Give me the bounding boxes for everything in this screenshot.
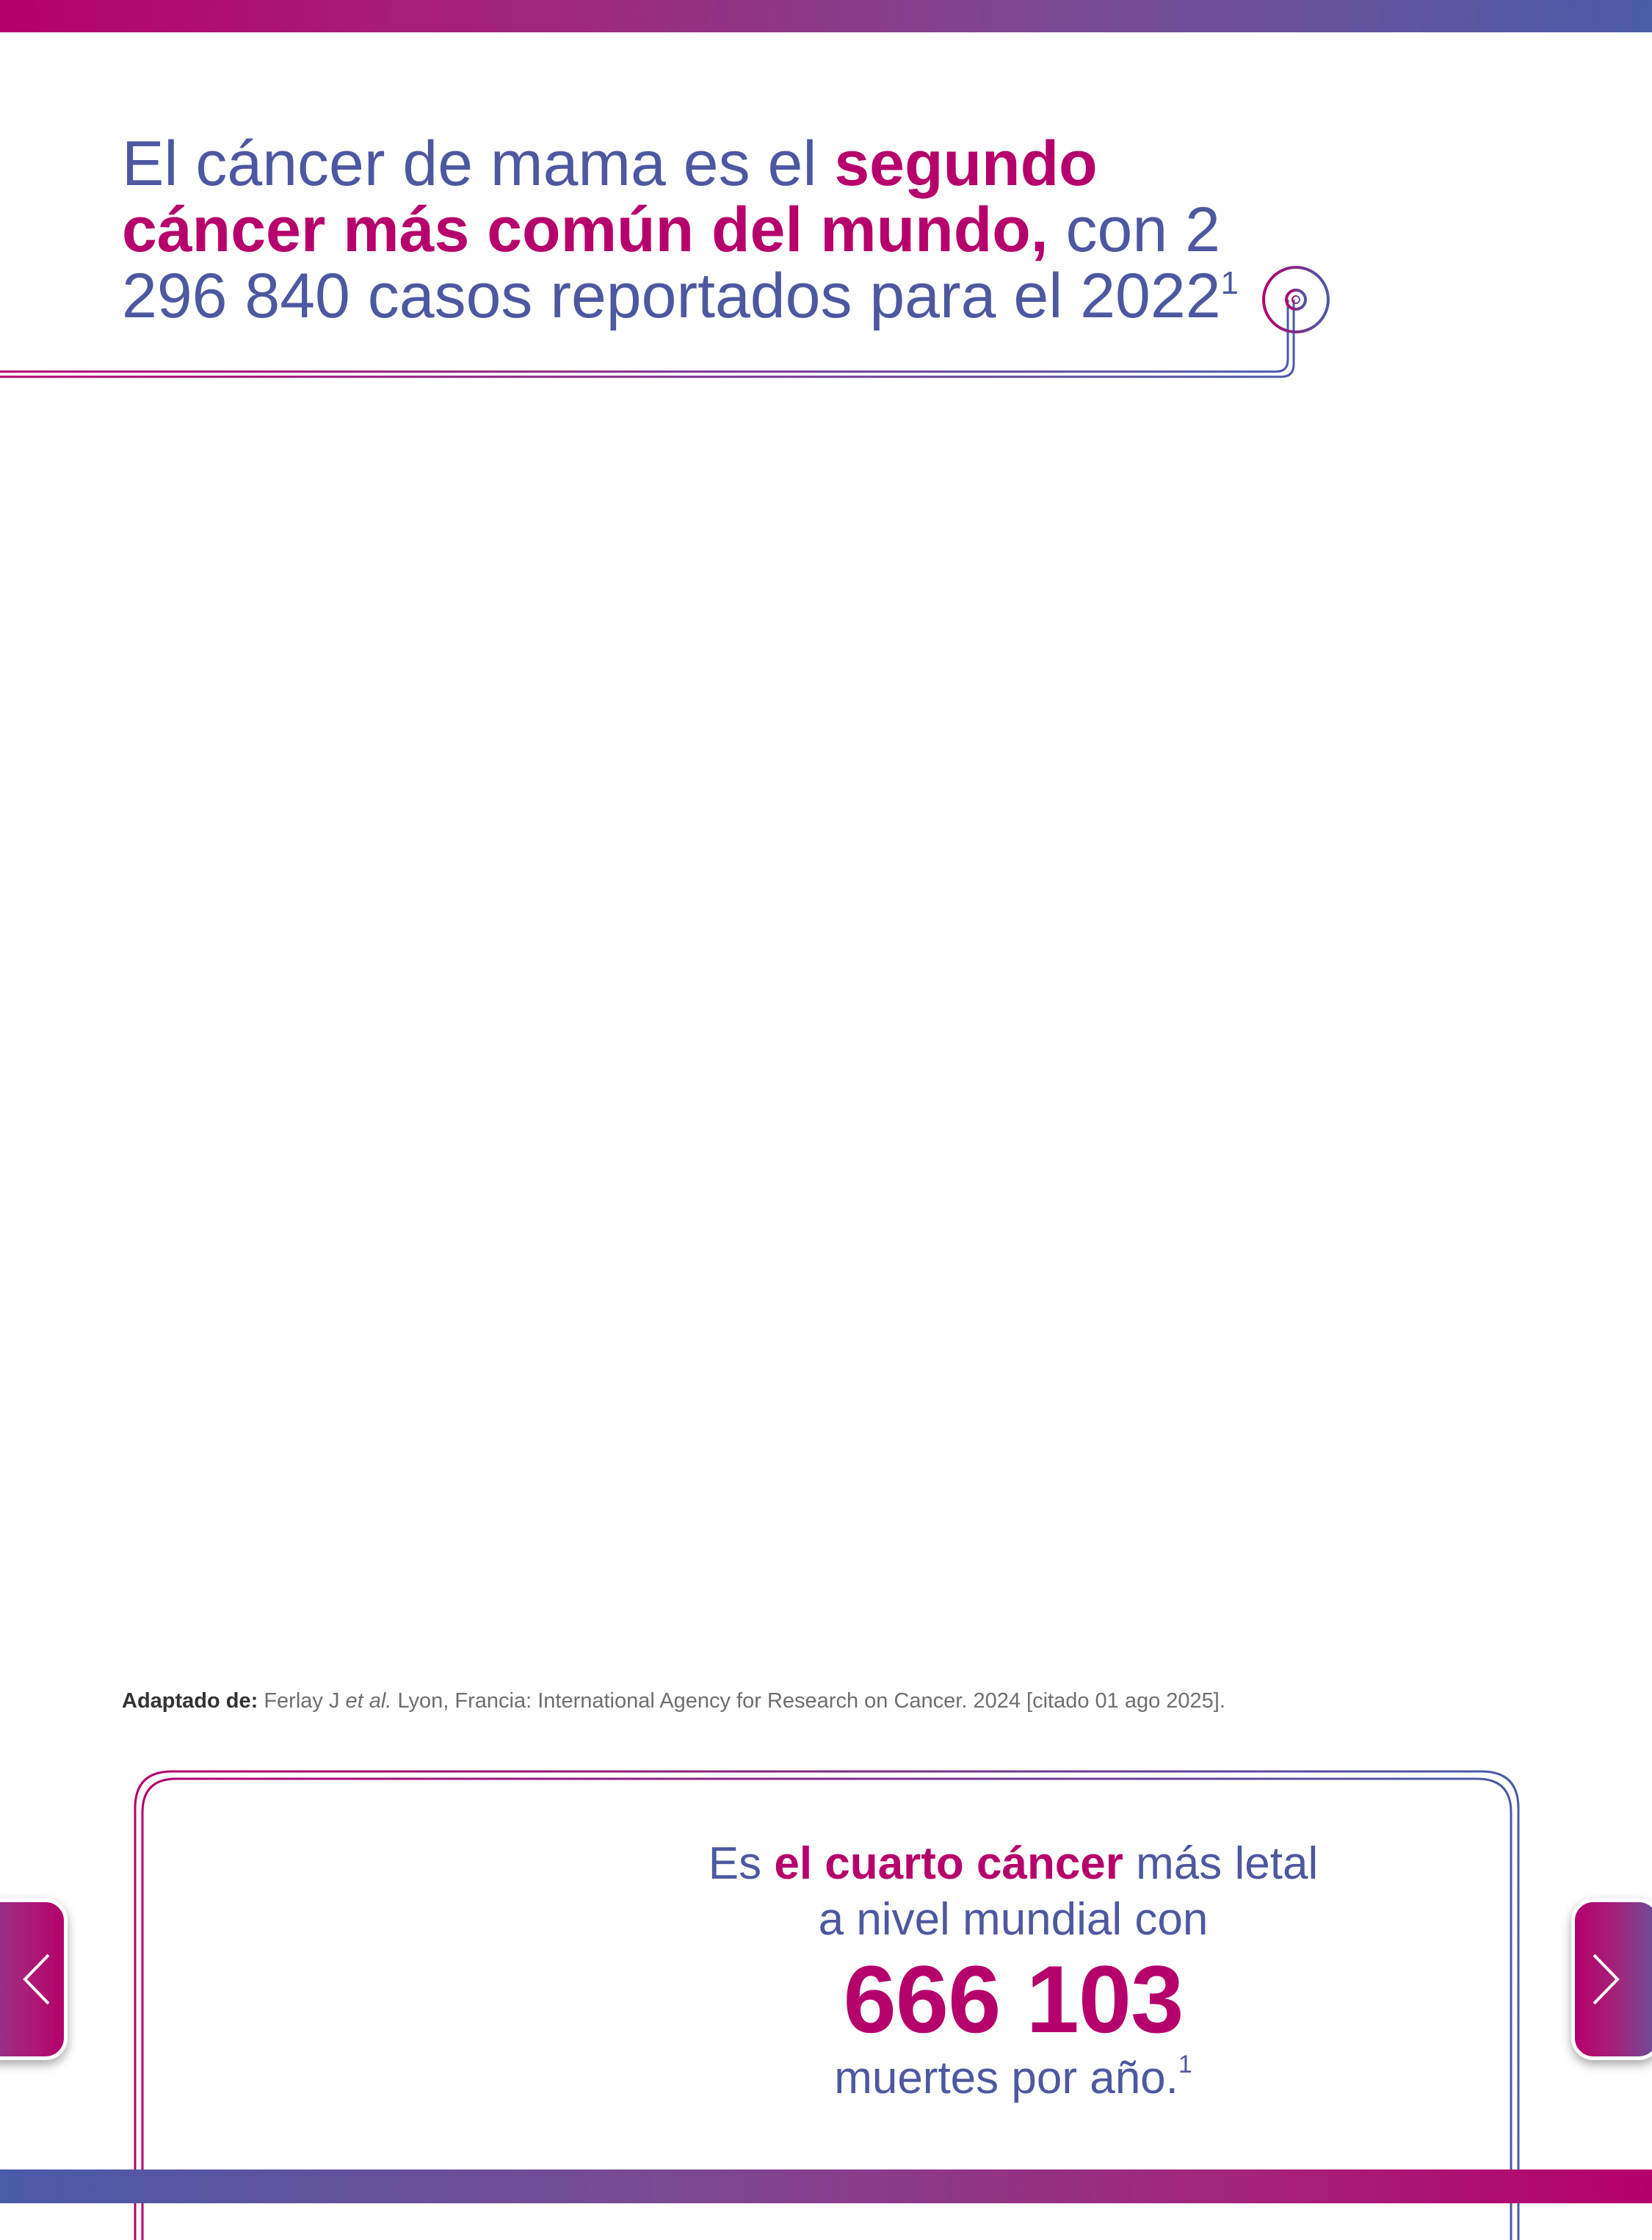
mortality-stat: Es el cuarto cáncer más letal a nivel mu… [646,1836,1380,2106]
bottom-gradient-bar [0,2169,1652,2203]
reference-label: Adaptado de: [122,1689,258,1713]
stat-line-2: a nivel mundial con [818,1894,1209,1945]
stat-highlight: el cuarto cáncer [774,1838,1123,1889]
stat-number: 666 103 [843,1945,1184,2053]
stat-line-1: Es el cuarto cáncer más letal [708,1838,1319,1889]
headline-underline-decoration [0,266,1330,378]
stat-footnote-marker: 1 [1178,2051,1192,2078]
reference-author: Ferlay J [258,1689,346,1713]
stat-line-3: muertes por año.1 [834,2051,1192,2103]
chevron-left-icon [23,1954,50,2005]
next-page-button[interactable] [1571,1898,1652,2060]
reference-source: Lyon, Francia: International Agency for … [391,1689,1225,1713]
chevron-right-icon [1593,1954,1620,2005]
target-circle-icon [1262,266,1330,333]
reference-etal: et al. [345,1689,392,1713]
source-reference: Adaptado de: Ferlay J et al. Lyon, Franc… [122,1689,1225,1713]
previous-page-button[interactable] [0,1898,68,2060]
